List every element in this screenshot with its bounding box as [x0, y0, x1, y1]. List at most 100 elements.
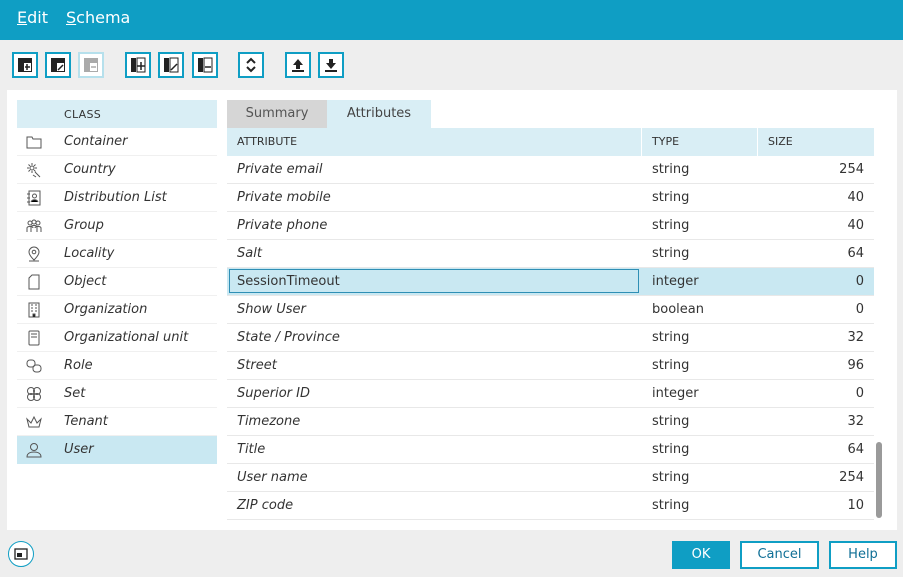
table-row[interactable]: Private mobile string 40 — [227, 184, 874, 212]
add-attribute-button[interactable] — [125, 52, 151, 78]
sort-button[interactable] — [238, 52, 264, 78]
window-icon — [14, 548, 28, 560]
attribute-type: boolean — [652, 302, 704, 317]
attribute-type: string — [652, 442, 690, 457]
attribute-size: 96 — [847, 358, 864, 373]
class-item-object[interactable]: Object — [17, 268, 217, 296]
menu-edit[interactable]: Edit — [17, 8, 48, 27]
add-attribute-icon — [131, 57, 146, 73]
class-item-organization[interactable]: Organization — [17, 296, 217, 324]
role-icon — [26, 359, 42, 373]
user-icon — [26, 443, 42, 458]
remove-class-icon — [84, 58, 98, 72]
attribute-size: 0 — [855, 274, 864, 289]
attribute-type: string — [652, 470, 690, 485]
folder-icon — [26, 136, 42, 149]
download-button[interactable] — [318, 52, 344, 78]
edit-attribute-button[interactable] — [158, 52, 184, 78]
tab-summary[interactable]: Summary — [227, 100, 327, 128]
table-row[interactable]: Street string 96 — [227, 352, 874, 380]
attribute-size: 40 — [847, 218, 864, 233]
class-list: Container Country Distribution List Grou… — [17, 128, 217, 464]
table-row-selected[interactable]: SessionTimeout integer 0 — [227, 268, 874, 296]
table-row[interactable]: Title string 64 — [227, 436, 874, 464]
sort-icon — [246, 57, 256, 73]
attribute-size: 40 — [847, 190, 864, 205]
table-row[interactable]: State / Province string 32 — [227, 324, 874, 352]
attribute-name: Superior ID — [237, 386, 310, 401]
class-item-organizational-unit[interactable]: Organizational unit — [17, 324, 217, 352]
table-row[interactable]: ZIP code string 10 — [227, 492, 874, 520]
menu-bar: Edit Schema — [0, 0, 903, 40]
ok-button[interactable]: OK — [672, 541, 730, 569]
menu-schema[interactable]: Schema — [66, 8, 130, 27]
attribute-type: string — [652, 246, 690, 261]
building-icon — [28, 302, 40, 318]
table-row[interactable]: Private email string 254 — [227, 156, 874, 184]
attribute-size: 254 — [839, 162, 864, 177]
class-item-group[interactable]: Group — [17, 212, 217, 240]
remove-attribute-button[interactable] — [192, 52, 218, 78]
column-header-type[interactable]: TYPE — [642, 128, 758, 156]
column-header-attribute[interactable]: ATTRIBUTE — [227, 128, 642, 156]
help-button[interactable]: Help — [829, 541, 897, 569]
class-item-tenant[interactable]: Tenant — [17, 408, 217, 436]
distribution-list-icon — [27, 190, 41, 206]
object-icon — [28, 274, 40, 290]
remove-attribute-icon — [198, 57, 213, 73]
attribute-type: string — [652, 330, 690, 345]
edit-attribute-icon — [164, 57, 179, 73]
attribute-size: 254 — [839, 470, 864, 485]
attribute-size: 32 — [847, 414, 864, 429]
location-pin-icon — [28, 246, 40, 262]
attribute-type: string — [652, 414, 690, 429]
attribute-type: integer — [652, 386, 699, 401]
table-row[interactable]: Timezone string 32 — [227, 408, 874, 436]
window-toggle-button[interactable] — [8, 541, 34, 567]
upload-icon — [292, 59, 304, 72]
class-item-user[interactable]: User — [17, 436, 217, 464]
table-row[interactable]: Show User boolean 0 — [227, 296, 874, 324]
class-item-distribution-list[interactable]: Distribution List — [17, 184, 217, 212]
group-icon — [26, 219, 42, 232]
attribute-type: integer — [652, 274, 699, 289]
class-item-set[interactable]: Set — [17, 380, 217, 408]
add-class-button[interactable] — [12, 52, 38, 78]
upload-button[interactable] — [285, 52, 311, 78]
table-row[interactable]: Salt string 64 — [227, 240, 874, 268]
table-row[interactable]: User name string 254 — [227, 464, 874, 492]
edit-class-button[interactable] — [45, 52, 71, 78]
crown-icon — [26, 415, 42, 428]
attribute-name: User name — [237, 470, 308, 485]
attribute-type: string — [652, 218, 690, 233]
attribute-name: Street — [237, 358, 277, 373]
class-item-locality[interactable]: Locality — [17, 240, 217, 268]
remove-class-button[interactable] — [78, 52, 104, 78]
attribute-name: Private mobile — [237, 190, 331, 205]
table-row[interactable]: Private phone string 40 — [227, 212, 874, 240]
attribute-type: string — [652, 190, 690, 205]
cancel-button[interactable]: Cancel — [740, 541, 819, 569]
attribute-name: Salt — [237, 246, 262, 261]
table-row[interactable]: Superior ID integer 0 — [227, 380, 874, 408]
vertical-scrollbar[interactable] — [876, 442, 882, 518]
attribute-size: 0 — [855, 302, 864, 317]
attribute-size: 64 — [847, 442, 864, 457]
class-item-country[interactable]: Country — [17, 156, 217, 184]
tab-attributes[interactable]: Attributes — [327, 100, 431, 128]
schema-panel: CLASS Container Country Distribution Lis… — [7, 90, 897, 530]
org-unit-icon — [28, 330, 40, 346]
column-header-size[interactable]: SIZE — [758, 128, 874, 156]
class-item-role[interactable]: Role — [17, 352, 217, 380]
attribute-name: Timezone — [237, 414, 301, 429]
attribute-table-header: ATTRIBUTE TYPE SIZE — [227, 128, 874, 156]
class-item-container[interactable]: Container — [17, 128, 217, 156]
attribute-name: Show User — [237, 302, 306, 317]
attribute-name: Title — [237, 442, 266, 457]
set-icon — [27, 387, 41, 401]
attribute-size: 64 — [847, 246, 864, 261]
attribute-size: 32 — [847, 330, 864, 345]
attribute-type: string — [652, 162, 690, 177]
attribute-type: string — [652, 498, 690, 513]
attribute-name: Private phone — [237, 218, 328, 233]
